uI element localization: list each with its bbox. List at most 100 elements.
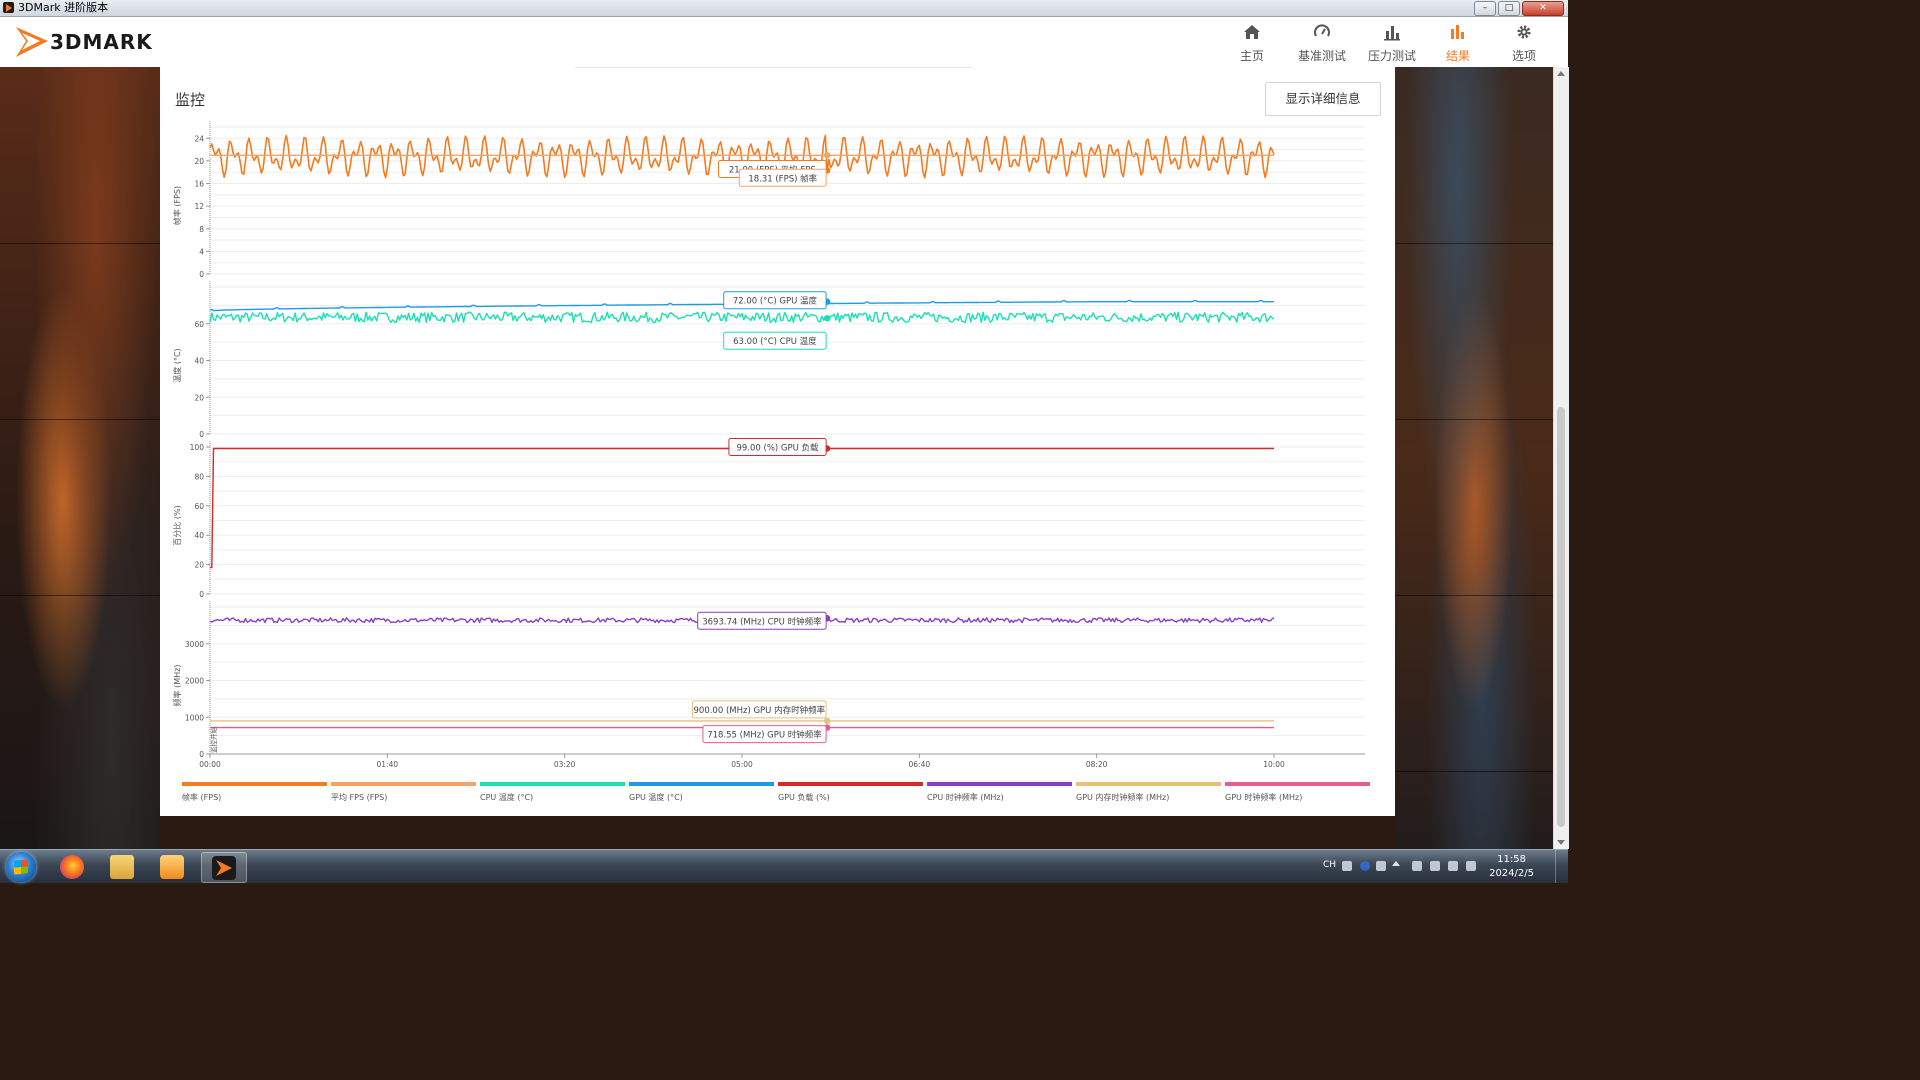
3dmark-app-icon	[3, 2, 14, 13]
monitoring-start-marker: 监控开始	[209, 727, 218, 754]
scrollbar-thumb[interactable]	[1557, 407, 1565, 827]
volume-icon[interactable]	[1466, 861, 1476, 871]
x-tick-label: 05:00	[731, 760, 753, 769]
legend-item[interactable]: GPU 负载 (%)	[778, 782, 923, 803]
y-tick-label: 4	[199, 247, 204, 256]
window-title-bar: 3DMark 进阶版本 – □ ✕	[0, 0, 1568, 17]
legend-item[interactable]: GPU 时钟频率 (MHz)	[1225, 782, 1370, 803]
show-desktop-button[interactable]	[1555, 850, 1568, 883]
clock-date: 2024/2/5	[1489, 868, 1534, 879]
nav-options[interactable]: 选项	[1502, 23, 1546, 64]
taskbar-file-explorer[interactable]	[100, 852, 144, 881]
taskbar: CH 11:58 2024/2/5	[0, 849, 1568, 883]
legend-item[interactable]: GPU 温度 (°C)	[629, 782, 774, 803]
taskbar-clock[interactable]: 11:58 2024/2/5	[1489, 853, 1534, 881]
legend-item[interactable]: CPU 温度 (°C)	[480, 782, 625, 803]
3dmark-logo-mark-icon	[16, 27, 48, 57]
nav-benchmarks[interactable]: 基准测试	[1296, 23, 1348, 64]
y-tick-label: 8	[199, 225, 204, 234]
y-tick-label: 0	[199, 750, 204, 759]
cursor-point	[823, 717, 831, 725]
3dmark-icon	[212, 856, 236, 880]
legend-label: GPU 内存时钟频率 (MHz)	[1076, 793, 1170, 802]
nav-home-label: 主页	[1239, 49, 1264, 63]
legend-swatch	[1076, 782, 1221, 786]
y-tick-label: 20	[194, 157, 204, 166]
chart-legend: 帧率 (FPS) 平均 FPS (FPS) CPU 温度 (°C) GPU 温度 (°…	[182, 782, 1374, 804]
y-tick-label: 0	[199, 430, 204, 439]
taskbar-3dmark[interactable]	[201, 852, 247, 883]
legend-item[interactable]: 平均 FPS (FPS)	[331, 782, 476, 803]
keyboard-icon[interactable]	[1342, 861, 1352, 871]
y-tick-label: 16	[194, 180, 204, 189]
tooltip-text: 18.31 (FPS) 帧率	[748, 173, 817, 184]
3dmark-logo[interactable]: 3DMARK	[14, 23, 184, 61]
x-tick-label: 06:40	[909, 760, 931, 769]
y-tick-label: 12	[194, 202, 204, 211]
minimize-button[interactable]: –	[1474, 1, 1496, 16]
tooltip-text: 718.55 (MHz) GPU 时钟频率	[707, 730, 822, 741]
close-button[interactable]: ✕	[1522, 1, 1564, 16]
help-icon[interactable]	[1360, 861, 1370, 871]
legend-item[interactable]: 帧率 (FPS)	[182, 782, 327, 803]
legend-swatch	[927, 782, 1072, 786]
nav-options-label: 选项	[1511, 49, 1536, 63]
legend-item[interactable]: CPU 时钟频率 (MHz)	[927, 782, 1072, 803]
legend-swatch	[778, 782, 923, 786]
legend-label: 帧率 (FPS)	[182, 793, 222, 802]
legend-label: GPU 温度 (°C)	[629, 793, 683, 802]
nav-results[interactable]: 结果	[1436, 23, 1480, 64]
tooltip-text: 99.00 (%) GPU 负载	[736, 442, 819, 453]
results-icon	[1451, 25, 1464, 39]
y-axis-label: 温度 (°C)	[172, 348, 182, 382]
maximize-button[interactable]: □	[1498, 1, 1520, 16]
logo-wordmark: 3DMARK	[50, 30, 153, 54]
background-artwork-left	[0, 67, 160, 849]
monitoring-panel: 监控 显示详细信息 04812162024帧率 (FPS)21.00 (FPS)…	[160, 67, 1395, 816]
y-tick-label: 20	[194, 561, 204, 570]
x-tick-label: 01:40	[377, 760, 399, 769]
nav-home[interactable]: 主页	[1230, 23, 1274, 64]
taskbar-firefox[interactable]	[50, 852, 94, 881]
media-player-icon	[160, 855, 184, 879]
taskbar-media-player[interactable]	[150, 852, 194, 881]
gear-icon	[1517, 25, 1531, 39]
scroll-down-arrow-icon[interactable]	[1557, 840, 1565, 845]
legend-swatch	[480, 782, 625, 786]
legend-swatch	[182, 782, 327, 786]
network-icon[interactable]	[1448, 861, 1458, 871]
y-tick-label: 60	[194, 320, 204, 329]
start-button[interactable]	[6, 852, 36, 882]
legend-label: 平均 FPS (FPS)	[331, 793, 388, 802]
windows-logo-icon	[14, 859, 28, 875]
legend-swatch	[1225, 782, 1370, 786]
device-icon[interactable]	[1430, 861, 1440, 871]
language-indicator[interactable]: CH	[1323, 860, 1336, 870]
background-artwork-right	[1395, 67, 1553, 849]
legend-item[interactable]: GPU 内存时钟频率 (MHz)	[1076, 782, 1221, 803]
legend-swatch	[629, 782, 774, 786]
clock-time: 11:58	[1497, 854, 1526, 865]
legend-label: CPU 时钟频率 (MHz)	[927, 793, 1004, 802]
tooltip-text: 72.00 (°C) GPU 温度	[733, 296, 818, 307]
y-tick-label: 0	[199, 270, 204, 279]
y-tick-label: 20	[194, 393, 204, 402]
y-tick-label: 40	[194, 357, 204, 366]
y-axis-label: 帧率 (FPS)	[172, 186, 182, 225]
main-nav: 主页 基准测试 压力测试 结果 选项	[1230, 23, 1546, 64]
tooltip-text: 900.00 (MHz) GPU 内存时钟频率	[694, 705, 826, 716]
y-tick-label: 80	[194, 472, 204, 481]
action-center-flag-icon[interactable]	[1412, 861, 1422, 871]
firefox-icon	[60, 855, 84, 879]
page-scrollbar[interactable]	[1553, 67, 1569, 849]
nav-benchmarks-label: 基准测试	[1297, 49, 1346, 63]
scroll-up-arrow-icon[interactable]	[1557, 71, 1565, 76]
y-tick-label: 100	[190, 443, 205, 452]
legend-label: GPU 时钟频率 (MHz)	[1225, 793, 1303, 802]
nav-stress-tests[interactable]: 压力测试	[1368, 23, 1416, 64]
monitoring-chart[interactable]: 04812162024帧率 (FPS)21.00 (FPS) 平均 FPS18.…	[160, 67, 1395, 816]
y-axis-label: 百分比 (%)	[172, 505, 182, 545]
ime-icon[interactable]	[1376, 861, 1386, 871]
file-explorer-icon	[110, 855, 134, 879]
show-hidden-icons-icon[interactable]	[1392, 861, 1400, 866]
